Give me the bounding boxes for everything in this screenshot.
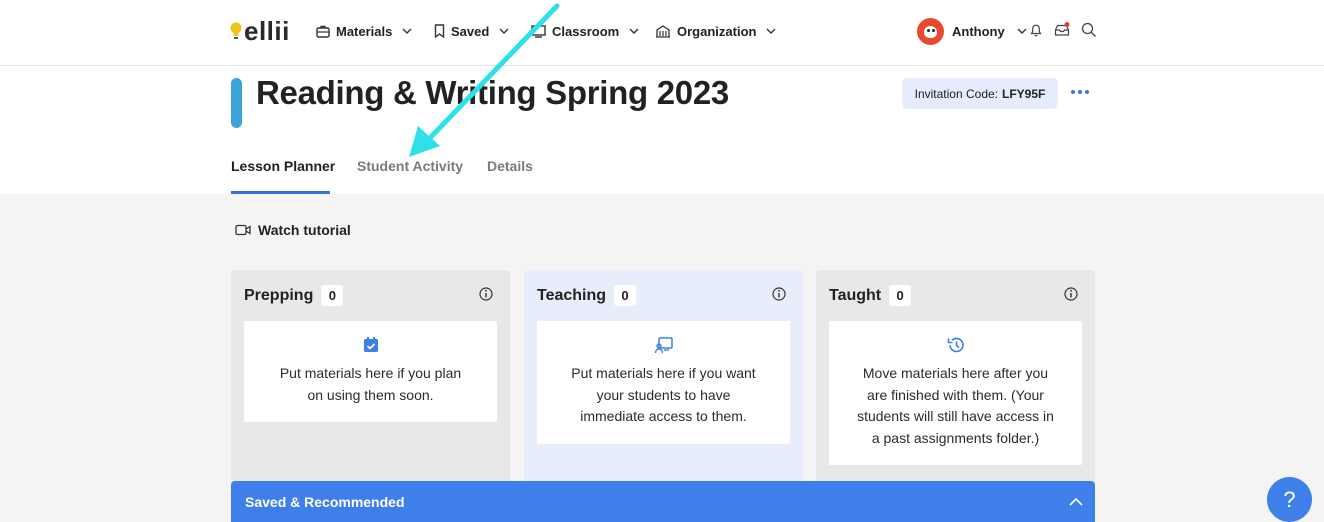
chevron-down-icon <box>1017 28 1027 34</box>
card-line: immediate access to them. <box>580 408 747 424</box>
nav-materials[interactable]: Materials <box>316 22 412 40</box>
column-header: Prepping 0 <box>244 285 344 306</box>
dropzone-card[interactable]: Put materials here if you want your stud… <box>537 321 790 444</box>
avatar <box>917 17 944 45</box>
dot-icon <box>1085 90 1089 94</box>
info-icon[interactable] <box>1064 287 1078 301</box>
column-title: Teaching <box>537 286 607 304</box>
chevron-down-icon <box>629 28 639 34</box>
more-options-button[interactable] <box>1071 84 1089 100</box>
nav-classroom[interactable]: Classroom <box>531 22 639 40</box>
column-teaching: Teaching 0 Put materials here if you wan… <box>524 270 803 500</box>
nav-organization-label: Organization <box>677 23 757 39</box>
saved-recommended-label: Saved & Recommended <box>245 493 405 510</box>
column-taught: Taught 0 Move materials here after you a… <box>816 270 1095 500</box>
logo-text: ellii <box>244 15 290 46</box>
chevron-down-icon <box>766 28 776 34</box>
column-title: Prepping <box>244 286 314 304</box>
nav-classroom-label: Classroom <box>552 23 620 39</box>
nav-organization[interactable]: Organization <box>655 22 776 40</box>
video-camera-icon <box>235 224 251 236</box>
bookmark-icon <box>434 24 445 38</box>
tab-details[interactable]: Details <box>487 158 533 174</box>
tab-lesson-planner[interactable]: Lesson Planner <box>231 158 335 174</box>
count-badge: 0 <box>889 285 912 306</box>
history-icon <box>947 337 964 353</box>
info-icon[interactable] <box>479 287 493 301</box>
page-title: Reading & Writing Spring 2023 <box>256 74 729 111</box>
nav-saved-label: Saved <box>451 23 490 39</box>
watch-tutorial-label: Watch tutorial <box>258 222 351 238</box>
briefcase-icon <box>316 25 330 38</box>
tab-student-activity[interactable]: Student Activity <box>357 158 463 174</box>
invitation-code-label: Invitation Code: <box>914 86 999 101</box>
dropzone-card[interactable]: Put materials here if you plan on using … <box>244 321 497 422</box>
column-prepping: Prepping 0 Put materials here if you pla… <box>231 270 510 500</box>
watch-tutorial-link[interactable]: Watch tutorial <box>235 222 351 238</box>
column-header: Taught 0 <box>829 285 912 306</box>
nav-materials-label: Materials <box>336 23 393 39</box>
search-icon[interactable] <box>1081 22 1097 38</box>
chalkboard-icon <box>531 24 546 38</box>
card-line: your students to have <box>596 386 731 403</box>
dot-icon <box>1071 90 1075 94</box>
calendar-check-icon <box>363 337 378 352</box>
top-navbar: ellii Materials Saved Classroom Organiza… <box>0 0 1324 66</box>
column-header: Teaching 0 <box>537 285 637 306</box>
saved-recommended-bar[interactable]: Saved & Recommended <box>231 481 1095 522</box>
nav-saved[interactable]: Saved <box>434 22 509 40</box>
user-menu[interactable]: Anthony <box>917 17 1027 45</box>
chevron-up-icon[interactable] <box>1069 497 1083 507</box>
title-accent-bar <box>231 78 242 128</box>
count-badge: 0 <box>321 285 344 306</box>
chevron-down-icon <box>499 28 509 34</box>
dot-icon <box>1078 90 1082 94</box>
user-name: Anthony <box>952 23 1005 39</box>
card-line: Put materials here if you want <box>571 365 756 381</box>
card-line: a past assignments folder.) <box>871 429 1040 446</box>
card-line: students will still have access in <box>857 408 1054 424</box>
help-button[interactable]: ? <box>1267 477 1312 522</box>
invitation-code-badge[interactable]: Invitation Code: LFY95F <box>902 78 1058 109</box>
presentation-icon <box>654 337 673 354</box>
bell-icon[interactable] <box>1028 22 1044 38</box>
invitation-code-value: LFY95F <box>1002 86 1046 101</box>
card-line: on using them soon. <box>307 386 434 403</box>
count-badge: 0 <box>614 285 637 306</box>
building-icon <box>656 25 670 38</box>
card-line: Move materials here after you <box>862 365 1049 381</box>
card-line: Put materials here if you plan <box>279 365 462 381</box>
column-title: Taught <box>829 286 882 304</box>
chevron-down-icon <box>402 28 412 34</box>
info-icon[interactable] <box>772 287 786 301</box>
ellii-logo[interactable]: ellii <box>230 16 290 46</box>
lightbulb-icon <box>230 22 242 39</box>
dropzone-card[interactable]: Move materials here after you are finish… <box>829 321 1082 465</box>
inbox-icon[interactable] <box>1054 22 1070 38</box>
card-line: are finished with them. (Your <box>867 386 1044 403</box>
